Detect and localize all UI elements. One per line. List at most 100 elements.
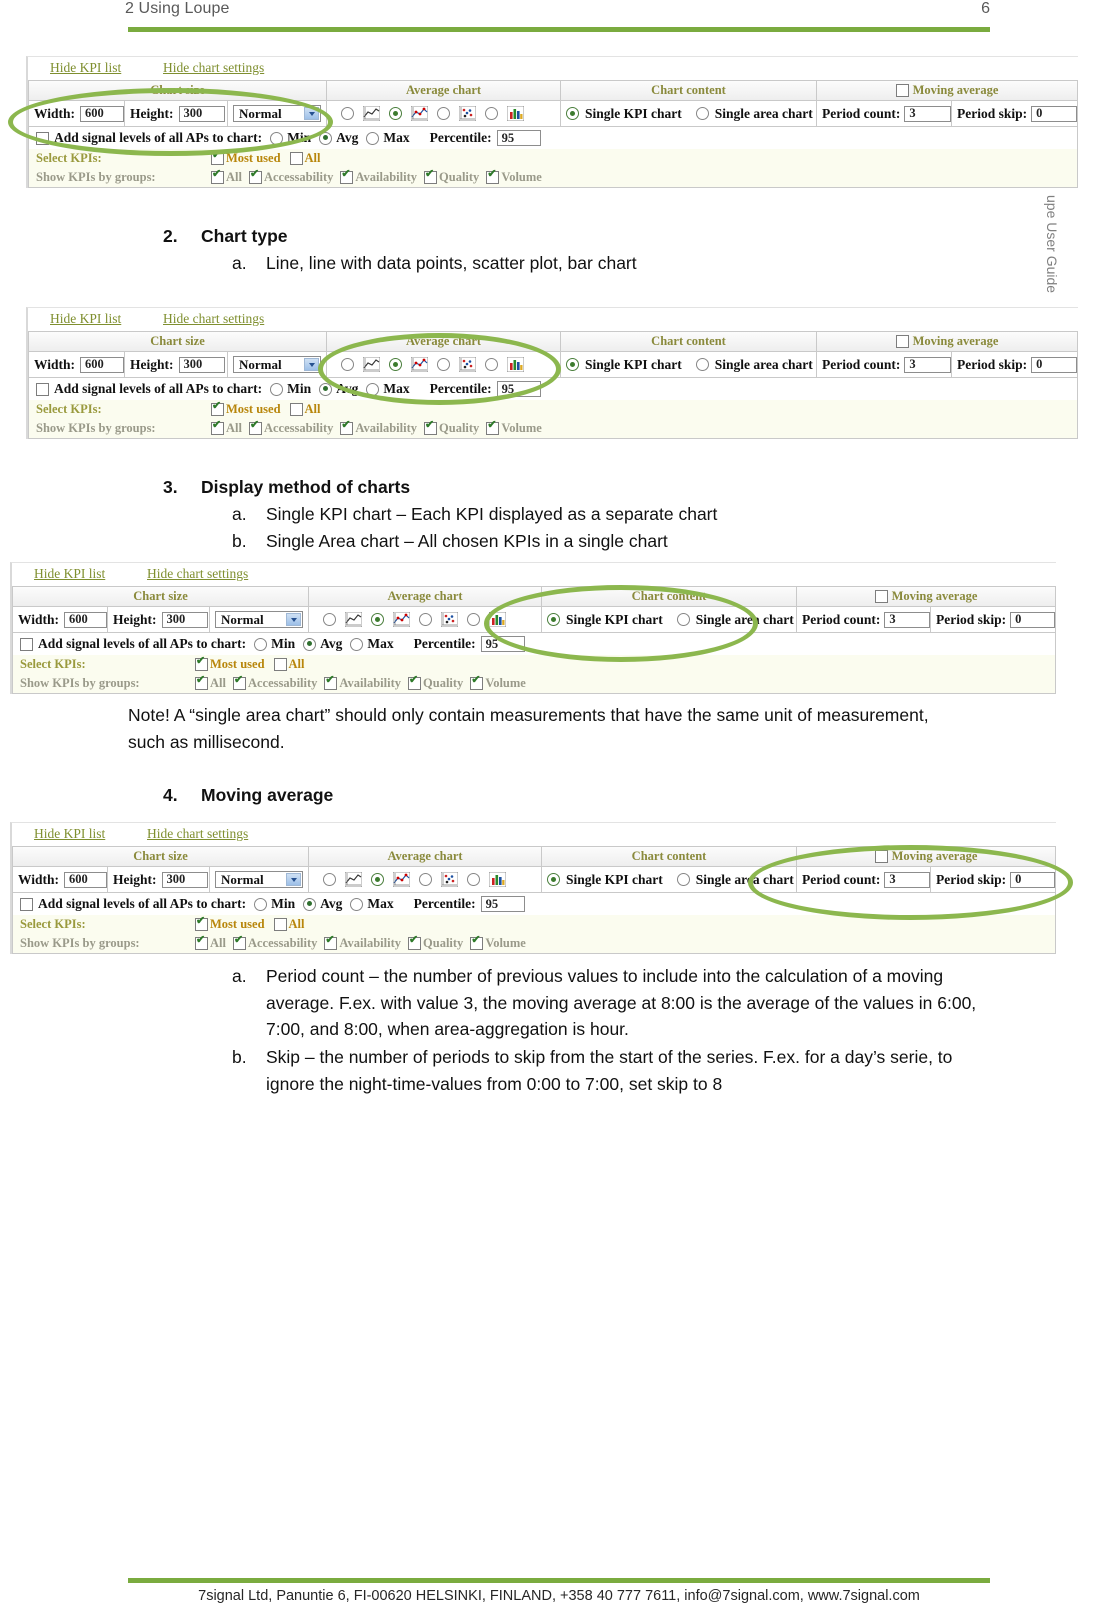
width-input[interactable]: 600: [80, 356, 124, 373]
bar-chart-radio[interactable]: [485, 358, 498, 371]
chart-content-radio-group[interactable]: Single KPI chart Single area chart: [561, 352, 817, 377]
loupe-chart-settings-panel-2[interactable]: Hide KPI list Hide chart settings Chart …: [26, 307, 1078, 439]
moving-average-checkbox[interactable]: [895, 335, 909, 348]
all-kpis-checkbox[interactable]: [289, 152, 303, 165]
group-option-accessability[interactable]: Accessability: [232, 935, 317, 951]
group-availability-checkbox[interactable]: [340, 169, 354, 184]
add-signal-levels-checkbox[interactable]: [36, 382, 49, 396]
line-chart-radio[interactable]: [323, 873, 336, 886]
hide-chart-settings-link[interactable]: Hide chart settings: [163, 311, 264, 327]
signal-max-radio[interactable]: [350, 637, 364, 651]
group-option-accessability[interactable]: Accessability: [248, 169, 333, 185]
single-area-chart-radio[interactable]: [695, 107, 709, 120]
most-used-option[interactable]: Most used: [211, 401, 281, 417]
add-signal-levels-checkbox[interactable]: [20, 897, 33, 911]
line-chart-radio[interactable]: [323, 613, 336, 626]
all-kpis-option[interactable]: All: [289, 151, 321, 166]
single-area-chart-radio[interactable]: [676, 613, 690, 626]
all-kpis-option[interactable]: All: [289, 402, 321, 417]
period-count-input[interactable]: 3: [884, 871, 930, 888]
signal-max-radio[interactable]: [366, 131, 380, 145]
bar-chart-radio[interactable]: [467, 873, 480, 886]
period-count-input[interactable]: 3: [904, 105, 951, 122]
size-preset-select[interactable]: Normal: [215, 871, 303, 888]
most-used-option[interactable]: Most used: [211, 150, 281, 166]
signal-min-radio[interactable]: [254, 897, 268, 911]
group-quality-checkbox[interactable]: [424, 169, 438, 184]
most-used-checkbox[interactable]: [211, 401, 224, 416]
line-chart-radio[interactable]: [341, 358, 354, 371]
group-option-all[interactable]: All: [195, 675, 226, 691]
group-availability-checkbox[interactable]: [340, 420, 354, 435]
single-kpi-chart-radio[interactable]: [566, 358, 579, 371]
line-with-points-chart-radio[interactable]: [371, 873, 384, 886]
group-accessability-checkbox[interactable]: [232, 675, 246, 690]
percentile-input[interactable]: 95: [480, 636, 525, 652]
group-option-volume[interactable]: Volume: [486, 420, 542, 436]
signal-avg-radio[interactable]: [303, 637, 317, 651]
chevron-down-icon[interactable]: [286, 613, 301, 626]
most-used-option[interactable]: Most used: [195, 656, 265, 672]
percentile-input[interactable]: 95: [496, 381, 541, 397]
hide-kpi-list-link[interactable]: Hide KPI list: [34, 826, 105, 842]
signal-avg-radio[interactable]: [319, 131, 333, 145]
moving-average-checkbox[interactable]: [874, 590, 888, 603]
period-count-input[interactable]: 3: [904, 356, 951, 373]
line-chart-radio[interactable]: [341, 107, 354, 120]
size-preset-select[interactable]: Normal: [215, 611, 303, 628]
all-kpis-checkbox[interactable]: [273, 918, 287, 931]
group-option-accessability[interactable]: Accessability: [248, 420, 333, 436]
signal-avg-radio[interactable]: [303, 897, 317, 911]
height-input[interactable]: 300: [178, 356, 225, 373]
bar-chart-radio[interactable]: [467, 613, 480, 626]
group-volume-checkbox[interactable]: [470, 935, 484, 950]
group-volume-checkbox[interactable]: [470, 675, 484, 690]
size-preset-select[interactable]: Normal: [233, 105, 321, 122]
chart-type-radio-group[interactable]: [309, 867, 542, 892]
width-input[interactable]: 600: [64, 611, 107, 628]
chevron-down-icon[interactable]: [286, 873, 301, 886]
signal-min-radio[interactable]: [270, 131, 284, 145]
line-with-points-chart-radio[interactable]: [389, 358, 402, 371]
signal-max-radio[interactable]: [350, 897, 364, 911]
group-accessability-checkbox[interactable]: [232, 935, 246, 950]
signal-min-radio[interactable]: [254, 637, 268, 651]
add-signal-levels-checkbox[interactable]: [36, 131, 49, 145]
group-quality-checkbox[interactable]: [408, 935, 422, 950]
group-quality-checkbox[interactable]: [424, 420, 438, 435]
chevron-down-icon[interactable]: [304, 358, 319, 371]
scatter-plot-chart-radio[interactable]: [437, 107, 450, 120]
signal-min-radio[interactable]: [270, 382, 284, 396]
group-all-checkbox[interactable]: [211, 169, 224, 184]
period-count-input[interactable]: 3: [884, 611, 930, 628]
chevron-down-icon[interactable]: [304, 107, 319, 120]
chart-type-radio-group[interactable]: [327, 101, 561, 126]
single-area-chart-radio[interactable]: [695, 358, 709, 371]
group-option-quality[interactable]: Quality: [408, 935, 463, 951]
all-kpis-checkbox[interactable]: [273, 658, 287, 671]
chart-type-radio-group[interactable]: [309, 607, 542, 632]
group-all-checkbox[interactable]: [211, 420, 224, 435]
scatter-plot-chart-radio[interactable]: [419, 613, 432, 626]
group-option-accessability[interactable]: Accessability: [232, 675, 317, 691]
hide-kpi-list-link[interactable]: Hide KPI list: [50, 60, 121, 76]
loupe-chart-settings-panel-4[interactable]: Hide KPI list Hide chart settings Chart …: [10, 822, 1056, 954]
hide-kpi-list-link[interactable]: Hide KPI list: [34, 566, 105, 582]
most-used-option[interactable]: Most used: [195, 916, 265, 932]
period-skip-input[interactable]: 0: [1031, 356, 1077, 373]
group-volume-checkbox[interactable]: [486, 169, 500, 184]
group-availability-checkbox[interactable]: [324, 675, 338, 690]
moving-average-checkbox[interactable]: [874, 850, 888, 863]
size-preset-select[interactable]: Normal: [233, 356, 321, 373]
group-accessability-checkbox[interactable]: [248, 169, 262, 184]
loupe-chart-settings-panel-3[interactable]: Hide KPI list Hide chart settings Chart …: [10, 562, 1056, 694]
hide-chart-settings-link[interactable]: Hide chart settings: [147, 566, 248, 582]
bar-chart-radio[interactable]: [485, 107, 498, 120]
group-all-checkbox[interactable]: [195, 675, 208, 690]
chart-content-radio-group[interactable]: Single KPI chart Single area chart: [561, 101, 817, 126]
line-with-points-chart-radio[interactable]: [371, 613, 384, 626]
group-option-availability[interactable]: Availability: [340, 420, 417, 436]
group-availability-checkbox[interactable]: [324, 935, 338, 950]
hide-chart-settings-link[interactable]: Hide chart settings: [147, 826, 248, 842]
most-used-checkbox[interactable]: [195, 656, 208, 671]
